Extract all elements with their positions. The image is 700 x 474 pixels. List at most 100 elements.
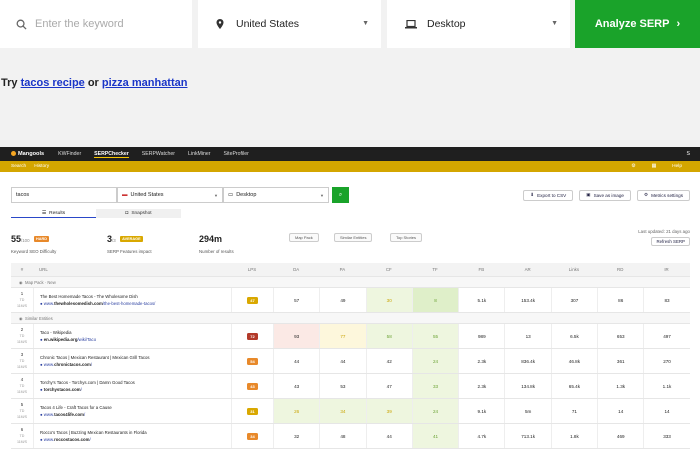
result-url[interactable]: ● en.wikipedia.org/wiki/Taco [40, 337, 96, 342]
result-url[interactable]: ● www.chronictacos.com/ [40, 362, 92, 367]
app-location-select[interactable]: ▬ United States ▼ [117, 187, 223, 203]
col-ar[interactable]: AR [504, 263, 550, 276]
col-url[interactable]: URL [33, 263, 231, 276]
rank-cell: 1 TD 11M/S [11, 288, 33, 312]
tf-cell: 33 [411, 374, 459, 398]
export-csv-button[interactable]: ⬇ Export to CSV [523, 189, 574, 201]
table-row[interactable]: 6 TD 11M/S Rocco's Tacos | Buzzing Mexican … [11, 424, 690, 449]
result-title[interactable]: Rocco's Tacos | Buzzing Mexican Restaura… [40, 430, 147, 435]
table-row[interactable]: 1 TD 11M/S The Best Homemade Tacos - The Wh… [11, 288, 690, 313]
url-cell: Taco - Wikipedia ● en.wikipedia.org/wiki/… [33, 324, 231, 348]
table-row[interactable]: 3 TD 11M/S Chronic Tacos | Mexican Restaura… [11, 349, 690, 374]
subnav-history[interactable]: History [34, 164, 49, 169]
kd-max: /100 [21, 238, 30, 243]
chevron-down-icon: ▼ [551, 20, 558, 27]
section-similar-entities[interactable]: ◉ Similar Entities [11, 313, 690, 324]
suggestion-link-tacos-recipe[interactable]: tacos recipe [21, 77, 85, 89]
nav-siteprofiler[interactable]: SiteProfiler [224, 151, 249, 157]
subnav-search[interactable]: Search [11, 164, 26, 169]
col-tf[interactable]: TF [412, 263, 458, 276]
col-links[interactable]: Links [551, 263, 597, 276]
col-pa[interactable]: PA [319, 263, 365, 276]
nav-serpwatcher[interactable]: SERPWatcher [142, 151, 175, 157]
save-image-button[interactable]: ▣ Save as image [579, 189, 631, 201]
suggestion-link-pizza-manhattan[interactable]: pizza manhattan [102, 77, 188, 89]
help-menu[interactable]: Help [672, 164, 682, 169]
chevron-down-icon: ▼ [214, 192, 218, 198]
pa-cell: 44 [319, 349, 365, 373]
ar-cell: 153.4k [504, 288, 550, 312]
tab-snapshot[interactable]: ◘ Snapshot [96, 209, 181, 218]
rank-cell: 5 TD 11M/S [11, 399, 33, 423]
section-map-pack[interactable]: ◉ Map Pack · New [11, 277, 690, 288]
metrics-settings-button[interactable]: ⚙ Metrics settings [636, 189, 690, 201]
tab-results[interactable]: ☰ Results [11, 209, 96, 218]
serp-table: # URL LPS DA PA CF TF FB AR Links RD IR … [11, 263, 690, 449]
image-icon: ▣ [586, 192, 591, 197]
app-keyword-input[interactable]: tacos [11, 187, 117, 203]
rank-cell: 4 TD 11M/S [11, 374, 33, 398]
flag-icon: ▬ [122, 192, 128, 198]
col-cf[interactable]: CF [366, 263, 412, 276]
sub-nav: Search History ⚙ ▦ Help [0, 161, 700, 172]
grid-icon[interactable]: ▦ [652, 164, 657, 169]
app-search-button[interactable]: ⌕ [332, 187, 349, 203]
device-select[interactable]: Desktop ▼ [387, 0, 570, 48]
chip-similar-entities[interactable]: Similar Entities [334, 233, 373, 242]
location-select[interactable]: United States ▼ [198, 0, 381, 48]
result-url[interactable]: ● www.tacos4life.com/ [40, 412, 85, 417]
ar-cell: 713.1k [504, 424, 550, 448]
table-header: # URL LPS DA PA CF TF FB AR Links RD IR [11, 263, 690, 277]
chevron-down-icon: ▼ [320, 192, 324, 198]
sf-badge: AVERAGE [120, 236, 143, 242]
nav-serpchecker[interactable]: SERPChecker [94, 151, 129, 158]
col-lps[interactable]: LPS [231, 263, 273, 276]
tf-cell: 24 [411, 399, 459, 423]
app-device-select[interactable]: ▭ Desktop ▼ [223, 187, 329, 203]
search-icon: ⌕ [338, 191, 343, 198]
mangools-logo[interactable]: Mangools [11, 151, 44, 157]
nav-kwfinder[interactable]: KWFinder [58, 151, 81, 157]
logo-text: Mangools [18, 151, 45, 157]
rank-meta: 11M/S [16, 304, 28, 308]
table-row[interactable]: 2 TD 11M/S Taco - Wikipedia ● en.wikipedia.o… [11, 324, 690, 349]
laptop-icon: ▭ [228, 192, 234, 198]
ar-cell: 134.8k [504, 374, 550, 398]
da-cell: 57 [273, 288, 319, 312]
ar-cell: 836.4k [504, 349, 550, 373]
result-url[interactable]: ● www.roccostacos.com/ [40, 437, 91, 442]
chevron-right-icon: › [676, 18, 681, 30]
chip-map-pack[interactable]: Map Pack [289, 233, 319, 242]
gear-icon[interactable]: ⚙ [631, 164, 635, 169]
table-row[interactable]: 5 TD 11M/S Tacos 4 Life - Craft Tacos for a… [11, 399, 690, 424]
result-title[interactable]: The Best Homemade Tacos - The Wholesome … [40, 294, 138, 299]
result-title[interactable]: Chronic Tacos | Mexican Restaurant | Mex… [40, 355, 150, 360]
col-ir[interactable]: IR [643, 263, 689, 276]
col-rd[interactable]: RD [597, 263, 643, 276]
result-url[interactable]: ● torchystacos.com/ [40, 387, 82, 392]
keyword-input[interactable]: Enter the keyword [0, 0, 192, 48]
rank-meta: 11M/S [16, 440, 28, 444]
rd-cell: 86 [597, 288, 643, 312]
toolbar: ⬇ Export to CSV ▣ Save as image ⚙ Metrics s… [523, 189, 690, 201]
results-value: 294m [199, 234, 223, 244]
avatar[interactable]: S [687, 151, 690, 157]
chip-top-stories[interactable]: Top Stories [390, 233, 423, 242]
ir-cell: 333 [643, 424, 689, 448]
analyze-serp-button[interactable]: Analyze SERP › [575, 0, 700, 48]
links-cell: 71 [550, 399, 597, 423]
result-title[interactable]: Taco - Wikipedia [40, 330, 72, 335]
refresh-serp-button[interactable]: Refresh SERP [651, 237, 690, 246]
nav-linkminer[interactable]: LinkMiner [188, 151, 211, 157]
url-path: /the-best-homemade-tacos/ [102, 301, 156, 306]
result-title[interactable]: Torchy's Tacos - Torchys.com | Damn Good… [40, 380, 135, 385]
table-row[interactable]: 4 TD 11M/S Torchy's Tacos - Torchys.com | D… [11, 374, 690, 399]
number-of-results: 294m Number of results [199, 229, 234, 254]
col-da[interactable]: DA [273, 263, 319, 276]
result-url[interactable]: ● www.thewholesomedish.com/the-best-home… [40, 301, 155, 306]
col-fb[interactable]: FB [458, 263, 504, 276]
links-cell: 1.8k [550, 424, 597, 448]
col-rank[interactable]: # [11, 263, 33, 276]
tab-results-label: Results [49, 210, 66, 216]
result-title[interactable]: Tacos 4 Life - Craft Tacos for a Cause [40, 405, 112, 410]
